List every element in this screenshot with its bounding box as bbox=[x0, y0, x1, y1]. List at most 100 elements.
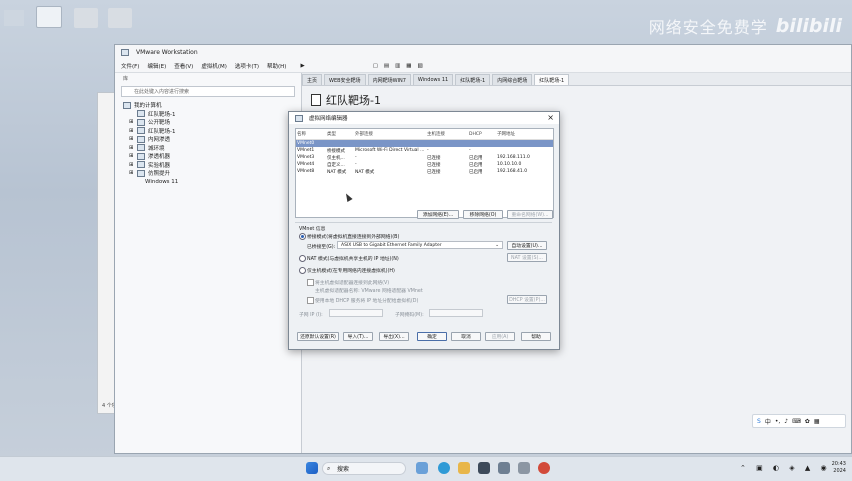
menu-vm[interactable]: 虚拟机(M) bbox=[201, 62, 227, 70]
restore-defaults-button[interactable]: 还原默认设置(R) bbox=[297, 332, 339, 341]
tree-item[interactable]: ⊞ 公开靶场 bbox=[115, 118, 301, 127]
ime-punct-icon: •, bbox=[774, 417, 781, 425]
widgets-icon[interactable] bbox=[416, 462, 428, 474]
folder-icon bbox=[137, 144, 145, 152]
desktop-icon[interactable] bbox=[4, 10, 24, 26]
network-table: 名称 类型 外部连接 主机连接 DHCP 子网地址 VMnet0 VMnet1 桥… bbox=[295, 128, 554, 218]
nat-settings-button[interactable]: NAT 设置(S)... bbox=[507, 253, 547, 262]
network-icon bbox=[295, 114, 303, 122]
help-button[interactable]: 帮助 bbox=[521, 332, 551, 341]
app-icon[interactable] bbox=[538, 462, 550, 474]
ok-button[interactable]: 确定 bbox=[417, 332, 447, 341]
folder-icon[interactable] bbox=[74, 8, 98, 28]
taskbar-search[interactable]: ⌕ 搜索 bbox=[322, 462, 406, 475]
tree-item[interactable]: ⊞ 仿照提升 bbox=[115, 169, 301, 178]
menu-help[interactable]: 帮助(H) bbox=[267, 62, 286, 70]
tab-intranet-combo[interactable]: 内网综合靶场 bbox=[492, 74, 533, 85]
tab-windows-11[interactable]: Windows 11 bbox=[412, 74, 454, 85]
taskbar: ⌕ 搜索 ⌃ ▣ ◐ ◈ ▲ ◉ 20:43 2024 bbox=[0, 456, 852, 481]
folder-icon bbox=[137, 135, 145, 143]
app-icon[interactable] bbox=[498, 462, 510, 474]
tree-item[interactable]: ⊞ 渗透机器 bbox=[115, 152, 301, 161]
watermark-text: 网络安全免费学 bbox=[648, 18, 768, 37]
vmware-title: VMware Workstation bbox=[136, 48, 198, 56]
ime-lang-icon: 中 bbox=[764, 418, 771, 426]
host-only-radio[interactable] bbox=[299, 267, 306, 274]
subnet-mask-input[interactable] bbox=[429, 309, 483, 317]
tree-item[interactable]: 我的计算机 bbox=[115, 101, 301, 110]
dhcp-checkbox[interactable] bbox=[307, 297, 314, 304]
table-row[interactable]: VMnet4 自定义... - 已连接 已启用 10.10.10.0 bbox=[296, 161, 553, 168]
folder-icon bbox=[137, 161, 145, 169]
play-icon[interactable]: ▶ bbox=[300, 63, 304, 69]
bridge-radio-label: 桥接模式(将虚拟机直接连接到外部网络)(B) bbox=[307, 235, 400, 240]
tree-item[interactable]: 红队靶场-1 bbox=[115, 110, 301, 119]
chevron-down-icon: ⌄ bbox=[495, 242, 499, 248]
edge-icon[interactable] bbox=[438, 462, 450, 474]
toolbar-icons[interactable]: ▢▤▥▦▧ bbox=[373, 63, 429, 69]
clock[interactable]: 20:43 2024 bbox=[832, 461, 846, 475]
bridge-radio[interactable] bbox=[299, 233, 306, 240]
tree-item[interactable]: ⊞ 红队靶场-1 bbox=[115, 127, 301, 136]
nat-radio[interactable] bbox=[299, 255, 306, 262]
bridged-to-label: 已桥接至(G): bbox=[307, 245, 336, 250]
library-panel: 库 在此处键入内容进行搜索 我的计算机 红队靶场-1 ⊞ 公开靶场 ⊞ 红队靶场-1… bbox=[115, 73, 302, 453]
table-row[interactable]: VMnet1 桥接模式 Microsoft Wi-Fi Direct Virtual… bbox=[296, 147, 553, 154]
menu-tabs[interactable]: 选项卡(T) bbox=[235, 62, 259, 70]
virtual-network-editor-dialog[interactable]: 虚拟网络编辑器 × 名称 类型 外部连接 主机连接 DHCP 子网地址 VMne… bbox=[288, 111, 560, 350]
ime-toolbar[interactable]: S 中 •, ♪ ⌨ ✿ ▦ bbox=[752, 414, 846, 428]
app-icon[interactable] bbox=[478, 462, 490, 474]
host-adapter-name: 主机虚拟适配器名称: VMware 网络适配器 VMnet bbox=[315, 289, 423, 294]
menu-file[interactable]: 文件(F) bbox=[121, 62, 139, 70]
watermark: 网络安全免费学 bilibili bbox=[649, 14, 842, 38]
import-button[interactable]: 导入(T)... bbox=[343, 332, 373, 341]
library-search-input[interactable]: 在此处键入内容进行搜索 bbox=[121, 86, 295, 97]
remove-network-button[interactable]: 移除网络(O) bbox=[463, 210, 503, 219]
start-icon[interactable] bbox=[306, 462, 318, 474]
add-network-button[interactable]: 添加网络(E)... bbox=[417, 210, 459, 219]
ime-logo-icon: S bbox=[757, 417, 761, 425]
tree-item[interactable]: Windows 11 bbox=[115, 178, 301, 187]
tree-item[interactable]: ⊞ 实验机器 bbox=[115, 161, 301, 170]
table-row[interactable]: VMnet0 bbox=[296, 139, 553, 147]
table-row[interactable]: VMnet8 NAT 模式 NAT 模式 已连接 已启用 192.168.41.0 bbox=[296, 168, 553, 175]
vm-icon bbox=[137, 110, 145, 118]
tab-home[interactable]: 主页 bbox=[302, 74, 323, 85]
vmware-taskbar-icon[interactable] bbox=[518, 462, 530, 474]
host-adapter-checkbox-label: 将主机虚拟适配器连接到此网络(V) bbox=[315, 281, 390, 286]
close-icon[interactable]: × bbox=[547, 113, 554, 122]
vmware-titlebar: VMware Workstation bbox=[115, 45, 851, 59]
tree-item[interactable]: ⊞ 城环境 bbox=[115, 144, 301, 153]
rename-network-button[interactable]: 重命名网络(W)... bbox=[507, 210, 553, 219]
host-only-radio-label: 仅主机模式(在专用网络内连接虚拟机)(H) bbox=[307, 269, 395, 274]
clock-time: 20:43 bbox=[831, 461, 846, 467]
nat-radio-label: NAT 模式(与虚拟机共享主机的 IP 地址)(N) bbox=[307, 257, 399, 262]
vm-tree: 我的计算机 红队靶场-1 ⊞ 公开靶场 ⊞ 红队靶场-1 ⊞ 内网渗透 ⊞ 城环境 ⊞ 渗… bbox=[115, 101, 301, 186]
file-explorer-icon[interactable] bbox=[458, 462, 470, 474]
library-header: 库 bbox=[123, 76, 129, 82]
bridge-adapter-select[interactable]: ASIX USB to Gigabit Ethernet Family Adap… bbox=[337, 241, 503, 249]
search-icon: ⌕ bbox=[327, 464, 331, 472]
tree-item[interactable]: ⊞ 内网渗透 bbox=[115, 135, 301, 144]
apply-button[interactable]: 应用(A) bbox=[485, 332, 515, 341]
tab-bar: 主页 WEB安全靶场 内网靶场WIN7 Windows 11 红队靶场-1 内网… bbox=[302, 73, 851, 86]
tab-web-lab[interactable]: WEB安全靶场 bbox=[324, 74, 366, 85]
table-row[interactable]: VMnet3 仅主机... - 已连接 已启用 192.168.111.0 bbox=[296, 154, 553, 161]
tray-icons[interactable]: ⌃ ▣ ◐ ◈ ▲ ◉ bbox=[740, 464, 831, 472]
dialog-title: 虚拟网络编辑器 bbox=[309, 116, 348, 122]
host-adapter-checkbox[interactable] bbox=[307, 279, 314, 286]
auto-settings-button[interactable]: 自动设置(U)... bbox=[507, 241, 547, 250]
dhcp-settings-button[interactable]: DHCP 设置(P)... bbox=[507, 295, 547, 304]
keyboard-icon: ⌨ bbox=[792, 417, 801, 425]
menu-view[interactable]: 查看(V) bbox=[174, 62, 193, 70]
dhcp-checkbox-label: 使用本地 DHCP 服务将 IP 地址分配给虚拟机(D) bbox=[315, 299, 419, 304]
tab-red-team-1-active[interactable]: 红队靶场-1 bbox=[534, 74, 570, 85]
cancel-button[interactable]: 取消 bbox=[451, 332, 481, 341]
menu-edit[interactable]: 编辑(E) bbox=[147, 62, 166, 70]
recycle-bin-icon[interactable] bbox=[36, 6, 62, 28]
folder-icon[interactable] bbox=[108, 8, 132, 28]
export-button[interactable]: 导出(X)... bbox=[379, 332, 409, 341]
tab-red-team-1[interactable]: 红队靶场-1 bbox=[455, 74, 491, 85]
subnet-ip-input[interactable] bbox=[329, 309, 383, 317]
tab-intranet-win7[interactable]: 内网靶场WIN7 bbox=[367, 74, 411, 85]
